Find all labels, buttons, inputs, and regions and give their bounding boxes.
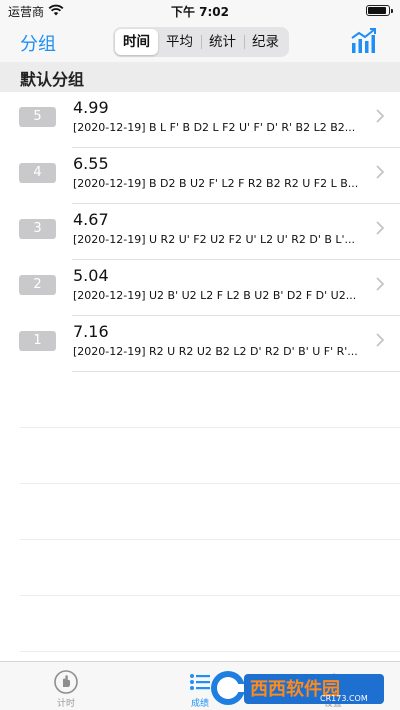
section-title: 默认分组 bbox=[20, 70, 85, 89]
empty-row bbox=[20, 428, 400, 484]
segment-time[interactable]: 时间 bbox=[115, 29, 158, 55]
row-time: 6.55 bbox=[73, 154, 109, 173]
row-index-badge: 2 bbox=[19, 275, 56, 295]
empty-row bbox=[20, 596, 400, 652]
segmented-control: 时间 平均 统计 纪录 bbox=[113, 27, 289, 57]
result-row[interactable]: 2 5.04 [2020-12-19] U2 B' U2 L2 F L2 B U… bbox=[19, 260, 400, 316]
status-time: 下午 7:02 bbox=[170, 5, 230, 19]
result-row[interactable]: 3 4.67 [2020-12-19] U R2 U' F2 U2 F2 U' … bbox=[19, 204, 400, 260]
status-bar: 运营商 下午 7:02 bbox=[0, 0, 400, 22]
row-time: 4.99 bbox=[73, 98, 109, 117]
empty-row bbox=[20, 372, 400, 428]
group-button[interactable]: 分组 bbox=[20, 30, 56, 56]
section-header: 默认分组 bbox=[0, 62, 400, 92]
chevron-right-icon bbox=[376, 221, 384, 235]
row-scramble: [2020-12-19] B D2 B U2 F' L2 F R2 B2 R2 … bbox=[73, 177, 359, 190]
empty-row bbox=[20, 484, 400, 540]
row-index-badge: 4 bbox=[19, 163, 56, 183]
row-time: 7.16 bbox=[73, 322, 109, 341]
chart-icon[interactable] bbox=[350, 28, 378, 54]
result-row[interactable]: 1 7.16 [2020-12-19] R2 U R2 U2 B2 L2 D' … bbox=[19, 316, 400, 372]
chevron-right-icon bbox=[376, 165, 384, 179]
tab-timer[interactable]: 计时 bbox=[31, 662, 101, 710]
segment-records[interactable]: 纪录 bbox=[244, 29, 287, 55]
results-list: 5 4.99 [2020-12-19] B L F' B D2 L F2 U' … bbox=[0, 92, 400, 652]
row-scramble: [2020-12-19] B L F' B D2 L F2 U' F' D' R… bbox=[73, 121, 356, 134]
empty-row bbox=[20, 540, 400, 596]
result-row[interactable]: 5 4.99 [2020-12-19] B L F' B D2 L F2 U' … bbox=[19, 92, 400, 148]
tab-timer-label: 计时 bbox=[56, 699, 75, 709]
row-index-badge: 5 bbox=[19, 107, 56, 127]
chevron-right-icon bbox=[376, 333, 384, 347]
row-index-badge: 1 bbox=[19, 331, 56, 351]
row-scramble: [2020-12-19] U R2 U' F2 U2 F2 U' L2 U' R… bbox=[73, 233, 356, 246]
row-index-badge: 3 bbox=[19, 219, 56, 239]
hand-icon bbox=[54, 670, 78, 694]
row-scramble: [2020-12-19] R2 U R2 U2 B2 L2 D' R2 D' B… bbox=[73, 345, 358, 358]
chevron-right-icon bbox=[376, 277, 384, 291]
segment-average[interactable]: 平均 bbox=[158, 29, 201, 55]
segment-stats[interactable]: 统计 bbox=[201, 29, 244, 55]
row-scramble: [2020-12-19] U2 B' U2 L2 F L2 B U2 B' D2… bbox=[73, 289, 357, 302]
watermark-site: CR173.COM bbox=[320, 694, 368, 703]
row-time: 4.67 bbox=[73, 210, 109, 229]
battery-icon bbox=[366, 5, 393, 16]
chevron-right-icon bbox=[376, 109, 384, 123]
row-time: 5.04 bbox=[73, 266, 109, 285]
navigation-bar: 分组 时间 平均 统计 纪录 bbox=[0, 22, 400, 62]
watermark-logo: 西西软件园 CR173.COM bbox=[211, 671, 384, 705]
result-row[interactable]: 4 6.55 [2020-12-19] B D2 B U2 F' L2 F R2… bbox=[19, 148, 400, 204]
